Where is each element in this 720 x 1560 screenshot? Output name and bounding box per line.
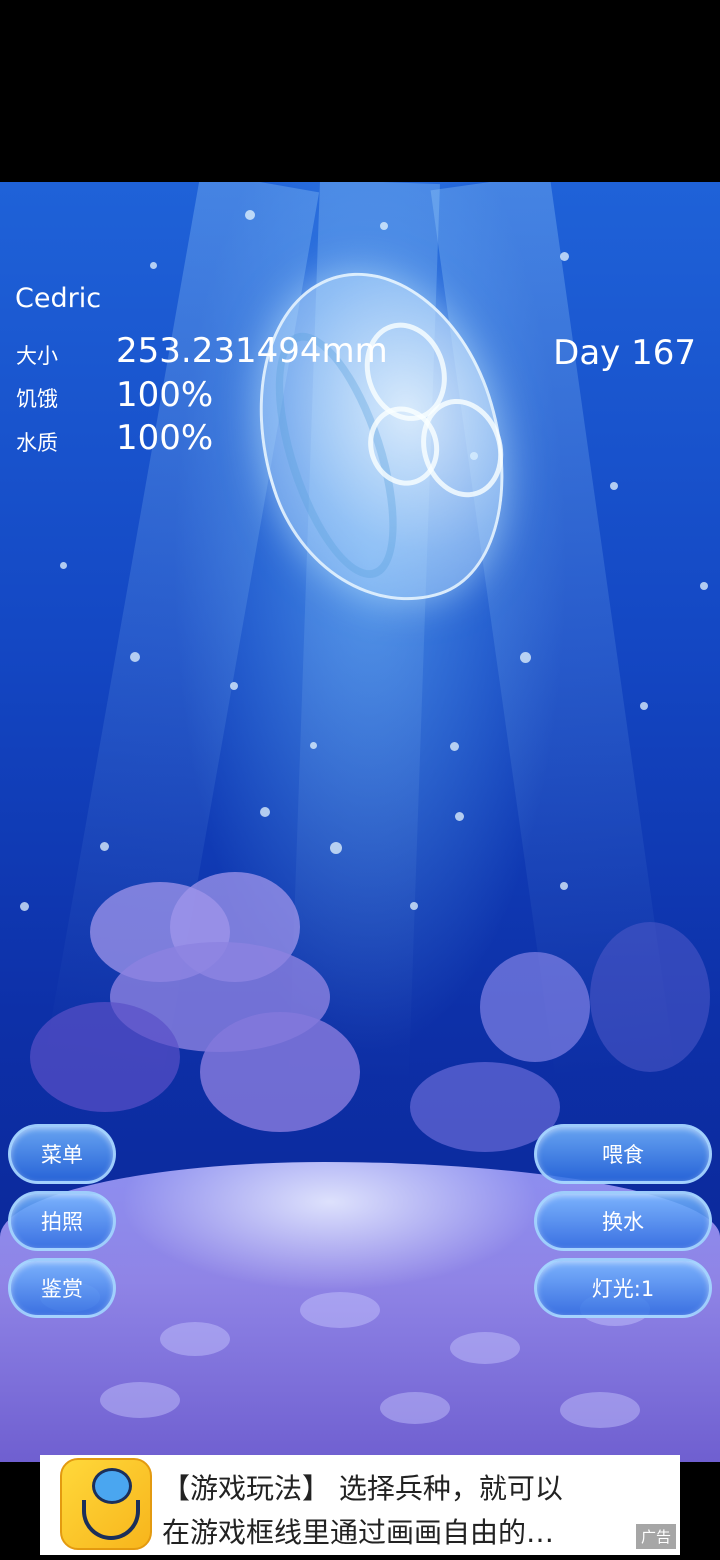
ad-line-2: 在游戏框线里通过画画自由的… <box>162 1516 555 1549</box>
light-button[interactable]: 灯光:1 <box>534 1258 712 1318</box>
size-value: 253.231494mm <box>116 331 388 371</box>
day-counter: Day 167 <box>553 333 696 373</box>
water-quality-label: 水质 <box>16 431 58 455</box>
bubble <box>20 902 29 911</box>
feed-button[interactable]: 喂食 <box>534 1124 712 1184</box>
photo-button[interactable]: 拍照 <box>8 1191 116 1251</box>
bubble <box>700 582 708 590</box>
bubble <box>150 262 157 269</box>
bubble <box>245 210 255 220</box>
ad-tag: 广告 <box>635 1524 676 1549</box>
bubble <box>310 742 317 749</box>
bubble <box>455 812 464 821</box>
jellyfish-name: Cedric <box>15 283 102 314</box>
bubble <box>100 842 109 851</box>
gallery-button[interactable]: 鉴赏 <box>8 1258 116 1318</box>
bubble <box>520 652 531 663</box>
bubble <box>130 652 140 662</box>
change-water-button[interactable]: 换水 <box>534 1191 712 1251</box>
hunger-label: 饥饿 <box>16 387 58 411</box>
bubble <box>640 702 648 710</box>
ad-line-1: 【游戏玩法】 选择兵种，就可以 <box>162 1472 563 1505</box>
water-quality-value: 100% <box>116 418 214 458</box>
bubble <box>410 902 418 910</box>
bubble <box>560 252 569 261</box>
status-bar-area <box>0 0 720 182</box>
bubble <box>560 882 568 890</box>
bubble <box>610 482 618 490</box>
ad-banner[interactable]: 【游戏玩法】 选择兵种，就可以 在游戏框线里通过画画自由的… 广告 <box>40 1455 680 1555</box>
bubble <box>260 807 270 817</box>
bubble <box>330 842 342 854</box>
bubble <box>60 562 67 569</box>
menu-button[interactable]: 菜单 <box>8 1124 116 1184</box>
ad-app-icon[interactable] <box>60 1458 152 1550</box>
bubble <box>380 222 388 230</box>
hunger-value: 100% <box>116 375 214 415</box>
bubble <box>450 742 459 751</box>
bubble <box>230 682 238 690</box>
size-label: 大小 <box>16 344 58 368</box>
